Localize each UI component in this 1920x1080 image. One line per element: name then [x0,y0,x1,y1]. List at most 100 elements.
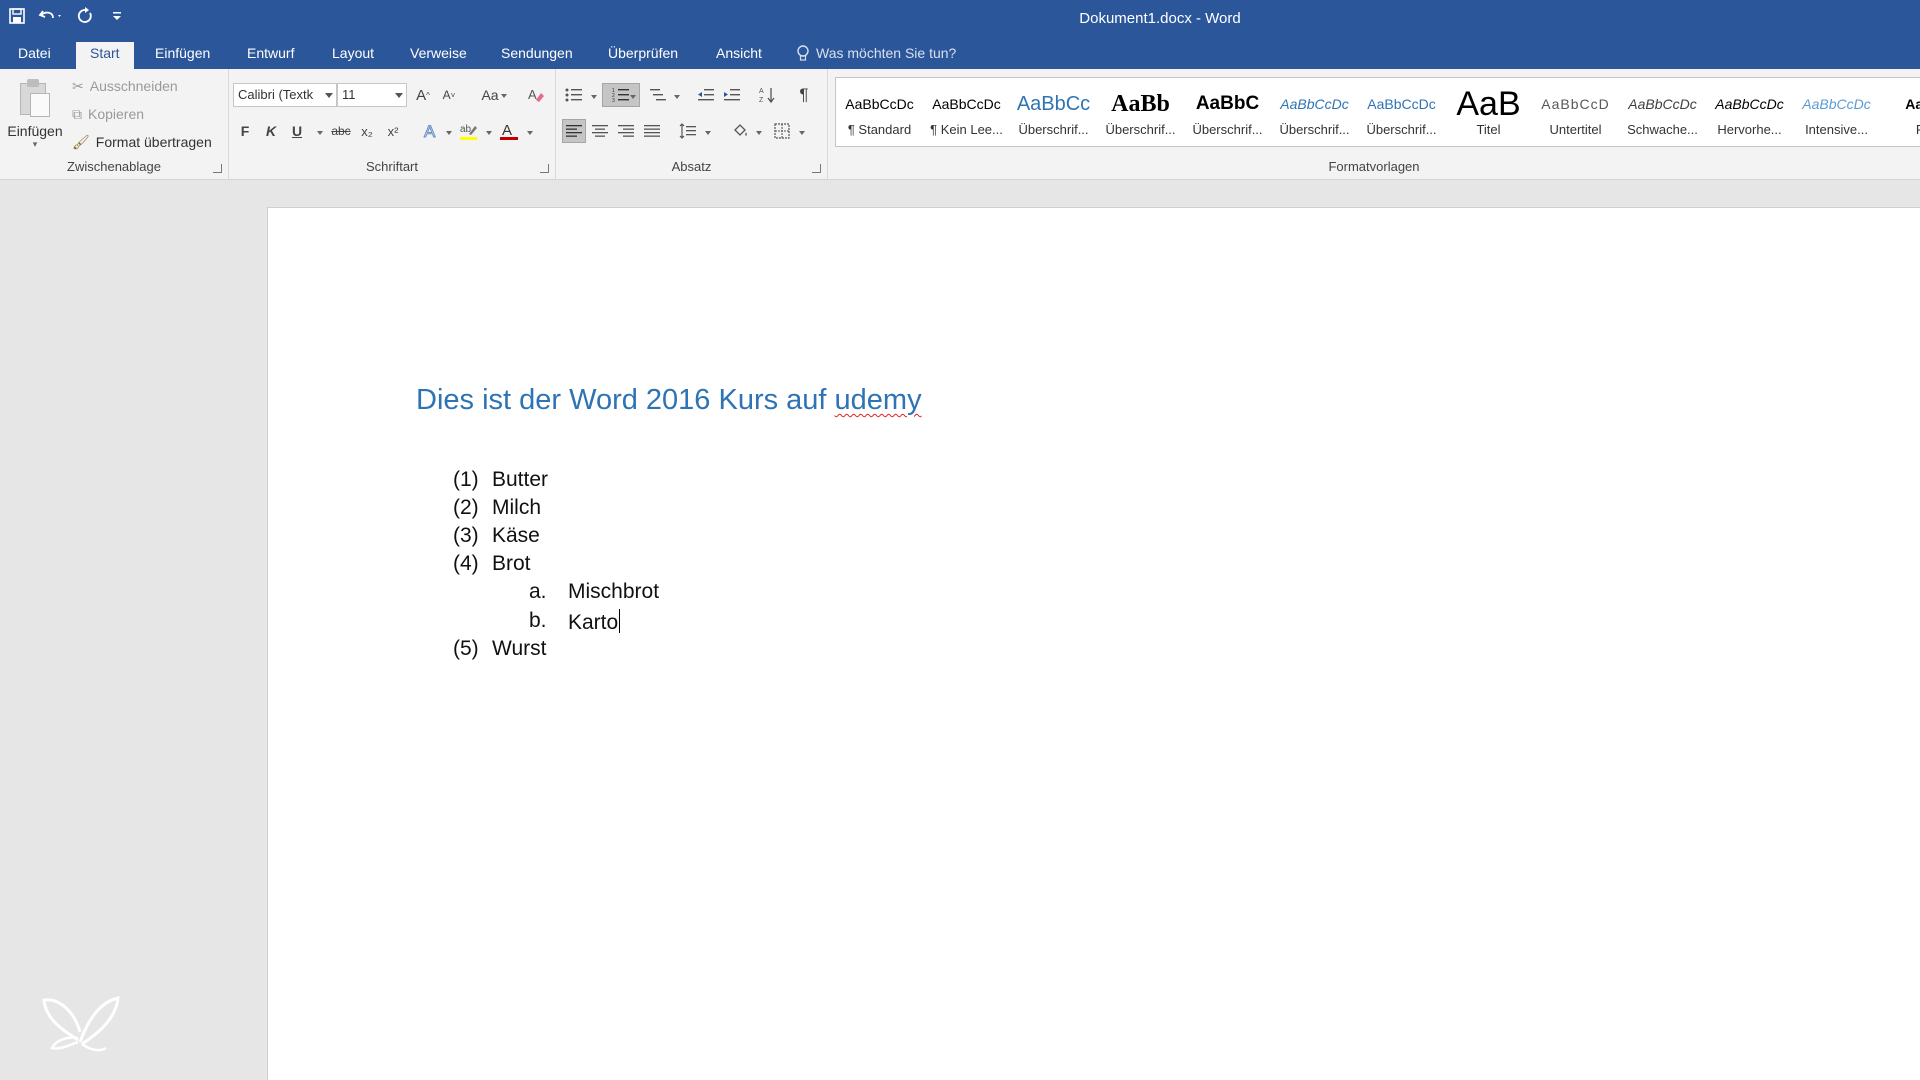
tab-entwurf[interactable]: Entwurf [233,42,308,69]
list-item-text: Wurst [492,637,547,660]
italic-icon: K [265,123,277,139]
text-effects-button[interactable]: A [419,119,443,143]
multilevel-dropdown-icon[interactable] [674,95,680,99]
underline-dropdown-icon[interactable] [317,131,323,135]
tab-ueberpruefen[interactable]: Überprüfen [594,42,692,69]
borders-button[interactable] [770,119,794,143]
shading-button[interactable] [728,119,752,143]
font-dialog-launcher[interactable] [540,164,549,173]
superscript-button[interactable]: x² [381,119,405,143]
bold-icon: F [240,123,250,139]
lightbulb-icon [797,44,809,61]
font-color-icon: A [500,122,518,140]
font-family-select[interactable]: Calibri (Textk [233,83,337,107]
borders-dropdown-icon[interactable] [799,131,805,135]
strikethrough-button[interactable]: abc [327,119,355,143]
bullet-list-icon [565,88,582,102]
subscript-button[interactable]: x₂ [355,119,379,143]
tab-einfuegen[interactable]: Einfügen [141,42,224,69]
paste-button[interactable]: Einfügen ▾ [4,75,66,161]
grow-font-icon: A [416,86,427,104]
style-heading-5[interactable]: AaBbCcDc Überschrif... [1358,78,1445,146]
style-sample: AaBb [1905,96,1920,112]
style-subtle-emphasis[interactable]: AaBbCcDc Schwache... [1619,78,1706,146]
tab-verweise[interactable]: Verweise [396,42,481,69]
increase-indent-button[interactable] [720,83,744,107]
list-item-letter: b. [529,609,547,632]
bullets-dropdown-icon[interactable] [591,95,597,99]
grow-font-button[interactable]: A ^ [411,83,435,107]
style-heading-3[interactable]: AaBbC Überschrif... [1184,78,1271,146]
style-heading-1[interactable]: AaBbCc Überschrif... [1010,78,1097,146]
highlight-dropdown-icon[interactable] [486,131,492,135]
subscript-icon: x₂ [361,123,373,139]
styles-group-label: Formatvorlagen [1328,159,1420,174]
styles-group: AaBbCcDc ¶ Standard AaBbCcDc ¶ Kein Lee.… [828,69,1920,180]
style-intense-emphasis[interactable]: AaBbCcDc Intensive... [1793,78,1880,146]
document-page[interactable]: Dies ist der Word 2016 Kurs auf udemy (1… [267,207,1920,1080]
style-no-spacing[interactable]: AaBbCcDc ¶ Kein Lee... [923,78,1010,146]
underline-button[interactable]: U [285,119,309,143]
style-emphasis[interactable]: AaBbCcDc Hervorhe... [1706,78,1793,146]
style-title[interactable]: AaB Titel [1445,78,1532,146]
change-case-button[interactable]: Aa [473,83,507,107]
tab-layout[interactable]: Layout [318,42,388,69]
style-standard[interactable]: AaBbCcDc ¶ Standard [836,78,923,146]
text-effects-icon: A [424,122,437,140]
align-center-button[interactable] [588,119,612,143]
paragraph-dialog-launcher[interactable] [812,164,821,173]
paint-bucket-icon [734,124,747,136]
style-name: ¶ Standard [847,122,912,137]
align-right-button[interactable] [614,119,638,143]
justify-button[interactable] [640,119,664,143]
italic-button[interactable]: K [259,119,283,143]
list-item-number: (2) [453,496,479,519]
style-heading-4[interactable]: AaBbCcDc Überschrif... [1271,78,1358,146]
align-left-button[interactable] [562,119,586,143]
sort-button[interactable]: AZ [756,83,780,107]
document-heading[interactable]: Dies ist der Word 2016 Kurs auf udemy [416,384,922,417]
decrease-indent-button[interactable] [694,83,718,107]
text-effects-dropdown-icon[interactable] [446,131,452,135]
tab-datei[interactable]: Datei [4,42,65,69]
style-strong[interactable]: AaBb Fe [1880,78,1920,146]
list-item-number: (5) [453,637,479,660]
shrink-font-button[interactable]: A ˅ [437,83,461,107]
list-item-text: Milch [492,496,542,519]
style-subtitle[interactable]: AaBbCcD Untertitel [1532,78,1619,146]
tab-ansicht[interactable]: Ansicht [702,42,776,69]
bullets-button[interactable] [562,83,586,107]
tab-start[interactable]: Start [76,42,134,69]
clipboard-group: Einfügen ▾ ✂ Ausschneiden ⧉ Kopieren 🖌 F… [0,69,229,180]
title-bar: Dokument1.docx - Word [0,0,1920,36]
multilevel-list-button[interactable] [646,83,670,107]
style-name: Titel [1476,122,1501,137]
underline-icon: U [291,123,303,139]
highlight-button[interactable]: ab [457,119,481,143]
bold-button[interactable]: F [233,119,257,143]
line-spacing-dropdown-icon[interactable] [705,131,711,135]
font-color-button[interactable]: A [497,119,521,143]
font-color-dropdown-icon[interactable] [527,131,533,135]
align-right-icon [618,125,634,137]
style-heading-2[interactable]: AaBb Überschrif... [1097,78,1184,146]
line-spacing-button[interactable] [676,119,700,143]
show-formatting-button[interactable]: ¶ [792,83,816,107]
copy-button[interactable]: ⧉ Kopieren [72,103,144,125]
shading-dropdown-icon[interactable] [756,131,762,135]
style-name: Hervorhe... [1717,122,1782,137]
clipboard-group-label: Zwischenablage [67,159,161,174]
misspelled-word[interactable]: udemy [835,384,922,416]
cut-button[interactable]: ✂ Ausschneiden [72,75,178,97]
highlighter-icon: ab [460,124,477,140]
style-sample: AaBbCcDc [1280,96,1349,112]
tab-sendungen[interactable]: Sendungen [487,42,587,69]
paste-label: Einfügen [7,123,63,139]
font-size-select[interactable]: 11 [337,83,407,107]
tell-me-box[interactable]: Was möchten Sie tun? [796,42,956,65]
format-painter-button[interactable]: 🖌 Format übertragen [72,131,212,153]
numbering-button[interactable]: 123 [602,83,640,107]
clipboard-dialog-launcher[interactable] [213,164,222,173]
clear-formatting-button[interactable]: A [524,83,548,107]
style-name: Überschrif... [1279,122,1350,137]
